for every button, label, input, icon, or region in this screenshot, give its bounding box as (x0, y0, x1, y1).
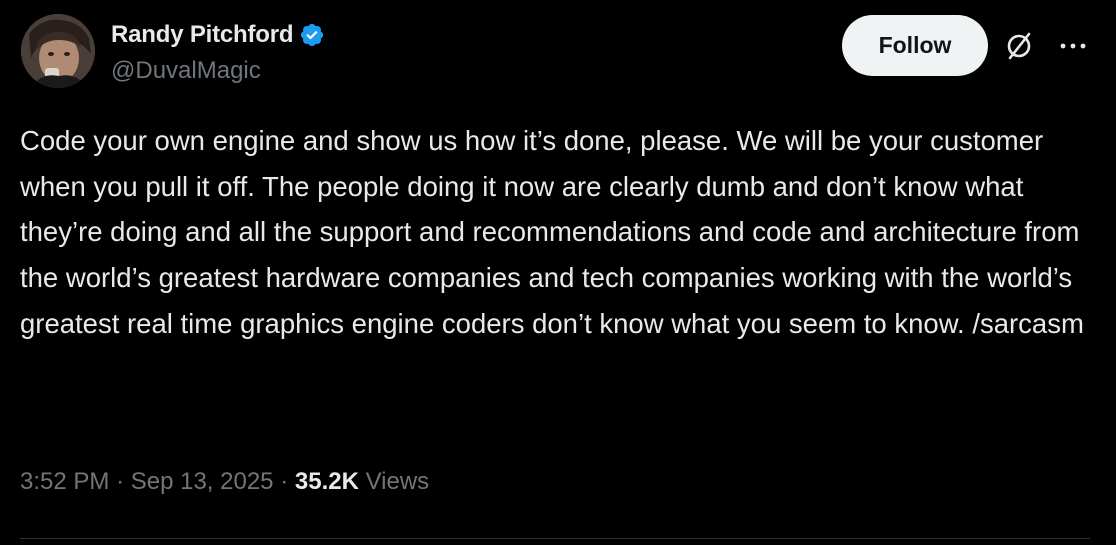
author-display-name[interactable]: Randy Pitchford (111, 21, 294, 49)
views-label: Views (365, 468, 430, 495)
tweet-card: Randy Pitchford @DuvalMagic Follow Code … (0, 0, 1116, 545)
follow-button[interactable]: Follow (842, 15, 988, 76)
avatar-image (21, 14, 95, 88)
tweet-time[interactable]: 3:52 PM (20, 468, 109, 496)
divider (20, 538, 1090, 539)
tweet-date[interactable]: Sep 13, 2025 (131, 468, 274, 496)
meta-separator: · (116, 468, 125, 495)
more-options-icon[interactable] (1058, 36, 1088, 56)
views-count[interactable]: 35.2K (295, 468, 359, 496)
author-handle[interactable]: @DuvalMagic (111, 57, 261, 85)
author-name-row: Randy Pitchford (111, 19, 325, 51)
verified-badge-icon[interactable] (299, 22, 325, 48)
tweet-text: Code your own engine and show us how it’… (20, 125, 1084, 339)
meta-separator: · (280, 468, 289, 495)
tweet-meta: 3:52 PM · Sep 13, 2025 · 35.2K Views (20, 468, 429, 496)
avatar[interactable] (21, 14, 95, 88)
views-label-spacer (359, 468, 366, 496)
grok-icon[interactable] (1003, 30, 1035, 62)
